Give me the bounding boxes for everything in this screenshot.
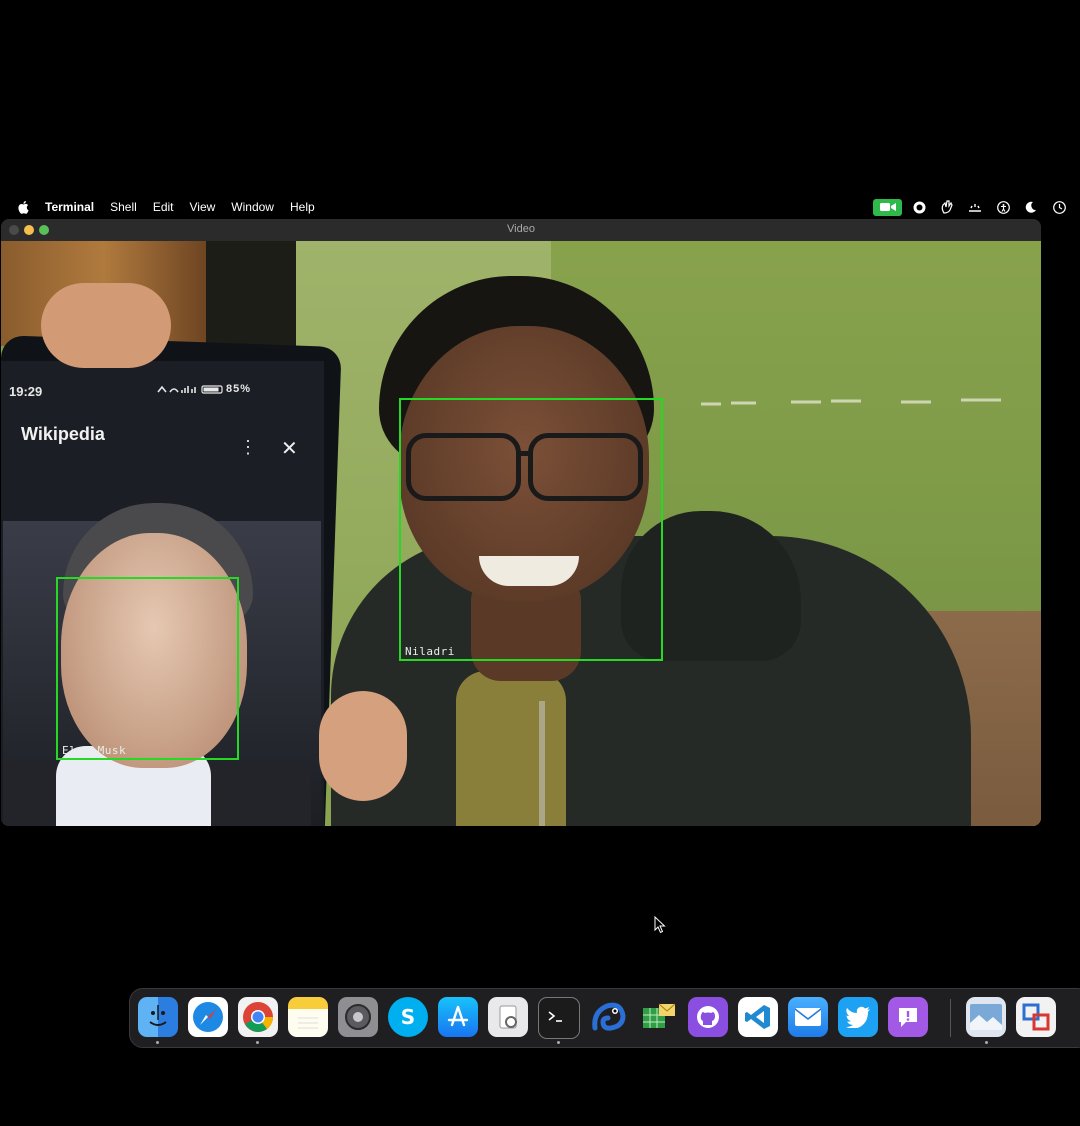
running-indicator xyxy=(557,1041,560,1044)
notes-icon[interactable] xyxy=(288,997,328,1037)
preview-icon[interactable] xyxy=(488,997,528,1037)
terminal-icon[interactable] xyxy=(538,997,580,1039)
preview-image-icon[interactable] xyxy=(966,997,1006,1037)
title-bar[interactable]: Video xyxy=(1,219,1041,241)
hand-icon[interactable] xyxy=(940,200,954,214)
menu-help[interactable]: Help xyxy=(290,200,315,214)
hand-finger xyxy=(319,691,407,801)
face-detection-box: Elon Musk xyxy=(56,577,239,760)
phone-time: 19:29 xyxy=(9,384,43,399)
app-store-icon[interactable] xyxy=(438,997,478,1037)
twitter-icon[interactable] xyxy=(838,997,878,1037)
mouse-pointer-icon xyxy=(654,916,666,934)
safari-icon[interactable] xyxy=(188,997,228,1037)
person-shirt xyxy=(456,671,566,826)
chameleon-icon[interactable] xyxy=(588,997,628,1037)
clock-icon[interactable] xyxy=(1052,200,1066,214)
phone-status-bar: 85% xyxy=(156,383,251,395)
feedback-icon[interactable] xyxy=(888,997,928,1037)
menu-view[interactable]: View xyxy=(190,200,216,214)
moon-icon[interactable] xyxy=(1024,200,1038,214)
running-indicator xyxy=(985,1041,988,1044)
face-detection-label: Elon Musk xyxy=(62,744,127,757)
menu-shell[interactable]: Shell xyxy=(110,200,137,214)
phone-close-icon: ✕ xyxy=(281,438,298,460)
zoom-camera-icon[interactable] xyxy=(873,198,902,216)
chrome-icon[interactable] xyxy=(238,997,278,1037)
photo-suit-right xyxy=(201,761,311,826)
accessibility-icon[interactable] xyxy=(996,200,1010,214)
github-icon[interactable] xyxy=(688,997,728,1037)
video-feed: 19:29 85% Wikipedia ⋮ ✕ Elon Musk Niladr… xyxy=(1,241,1041,826)
skype-icon[interactable]: S xyxy=(388,997,428,1037)
wall-marks xyxy=(701,398,1001,406)
apple-menu-icon[interactable] xyxy=(17,200,29,214)
menu-window[interactable]: Window xyxy=(231,200,274,214)
menu-app-name[interactable]: Terminal xyxy=(45,200,94,214)
dock-separator xyxy=(950,999,951,1037)
finder-icon[interactable] xyxy=(138,997,178,1037)
running-indicator xyxy=(156,1041,159,1044)
phone-app-title: Wikipedia xyxy=(21,424,105,444)
window-title: Video xyxy=(507,223,535,235)
jacket-zipper xyxy=(539,701,545,826)
video-window[interactable]: Video 19:29 85% Wikipedia ⋮ ✕ Elon Musk … xyxy=(1,219,1041,826)
record-icon[interactable] xyxy=(912,200,926,214)
system-settings-icon[interactable] xyxy=(338,997,378,1037)
mail-spreadsheet-icon[interactable] xyxy=(638,997,678,1037)
phone-battery-percent: 85% xyxy=(226,383,252,395)
hand-thumb xyxy=(41,283,171,368)
dock: S xyxy=(129,988,1080,1048)
vscode-icon[interactable] xyxy=(738,997,778,1037)
status-area xyxy=(873,197,1080,217)
face-detection-box: Niladri xyxy=(399,398,663,661)
menu-bar: Terminal Shell Edit View Window Help xyxy=(0,197,1080,217)
running-indicator xyxy=(256,1041,259,1044)
menu-edit[interactable]: Edit xyxy=(153,200,174,214)
parallels-icon[interactable] xyxy=(1016,997,1056,1037)
sparkle-icon[interactable] xyxy=(968,200,982,214)
mail-icon[interactable] xyxy=(788,997,828,1037)
face-detection-label: Niladri xyxy=(405,645,455,658)
more-vert-icon: ⋮ xyxy=(239,437,257,457)
